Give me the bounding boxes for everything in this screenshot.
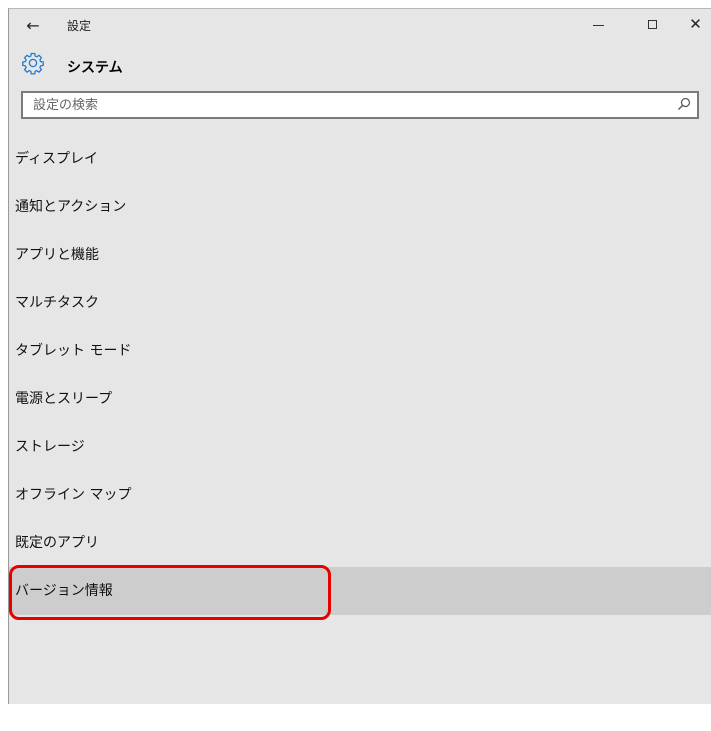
title-bar: ← 設定 ✕ <box>9 9 711 41</box>
search-input[interactable] <box>23 93 663 117</box>
minimize-button[interactable] <box>575 9 621 39</box>
close-button[interactable]: ✕ <box>679 9 711 39</box>
page-title: システム <box>67 60 123 76</box>
nav-item-multitasking[interactable]: マルチタスク <box>9 279 711 327</box>
arrow-left-icon: ← <box>26 15 40 35</box>
search-icon[interactable] <box>677 97 691 111</box>
minimize-icon <box>592 24 604 26</box>
nav-item-display[interactable]: ディスプレイ <box>9 135 711 183</box>
maximize-icon <box>647 19 657 29</box>
page-header: システム <box>9 47 711 83</box>
nav-item-storage[interactable]: ストレージ <box>9 423 711 471</box>
gear-icon <box>22 52 44 75</box>
window-title: 設定 <box>67 19 92 33</box>
settings-window: ← 設定 ✕ システム ディスプレイ 通知とアクション アプリと機 <box>8 8 711 704</box>
search-box[interactable] <box>21 91 699 119</box>
nav-item-about[interactable]: バージョン情報 <box>9 567 711 615</box>
maximize-button[interactable] <box>629 9 675 39</box>
close-icon: ✕ <box>689 14 702 33</box>
nav-item-default-apps[interactable]: 既定のアプリ <box>9 519 711 567</box>
nav-item-offline-maps[interactable]: オフライン マップ <box>9 471 711 519</box>
nav-item-apps-features[interactable]: アプリと機能 <box>9 231 711 279</box>
nav-item-power-sleep[interactable]: 電源とスリープ <box>9 375 711 423</box>
nav-item-notifications[interactable]: 通知とアクション <box>9 183 711 231</box>
settings-nav-list: ディスプレイ 通知とアクション アプリと機能 マルチタスク タブレット モード … <box>9 135 711 615</box>
nav-item-tablet-mode[interactable]: タブレット モード <box>9 327 711 375</box>
back-button[interactable]: ← <box>13 11 53 39</box>
